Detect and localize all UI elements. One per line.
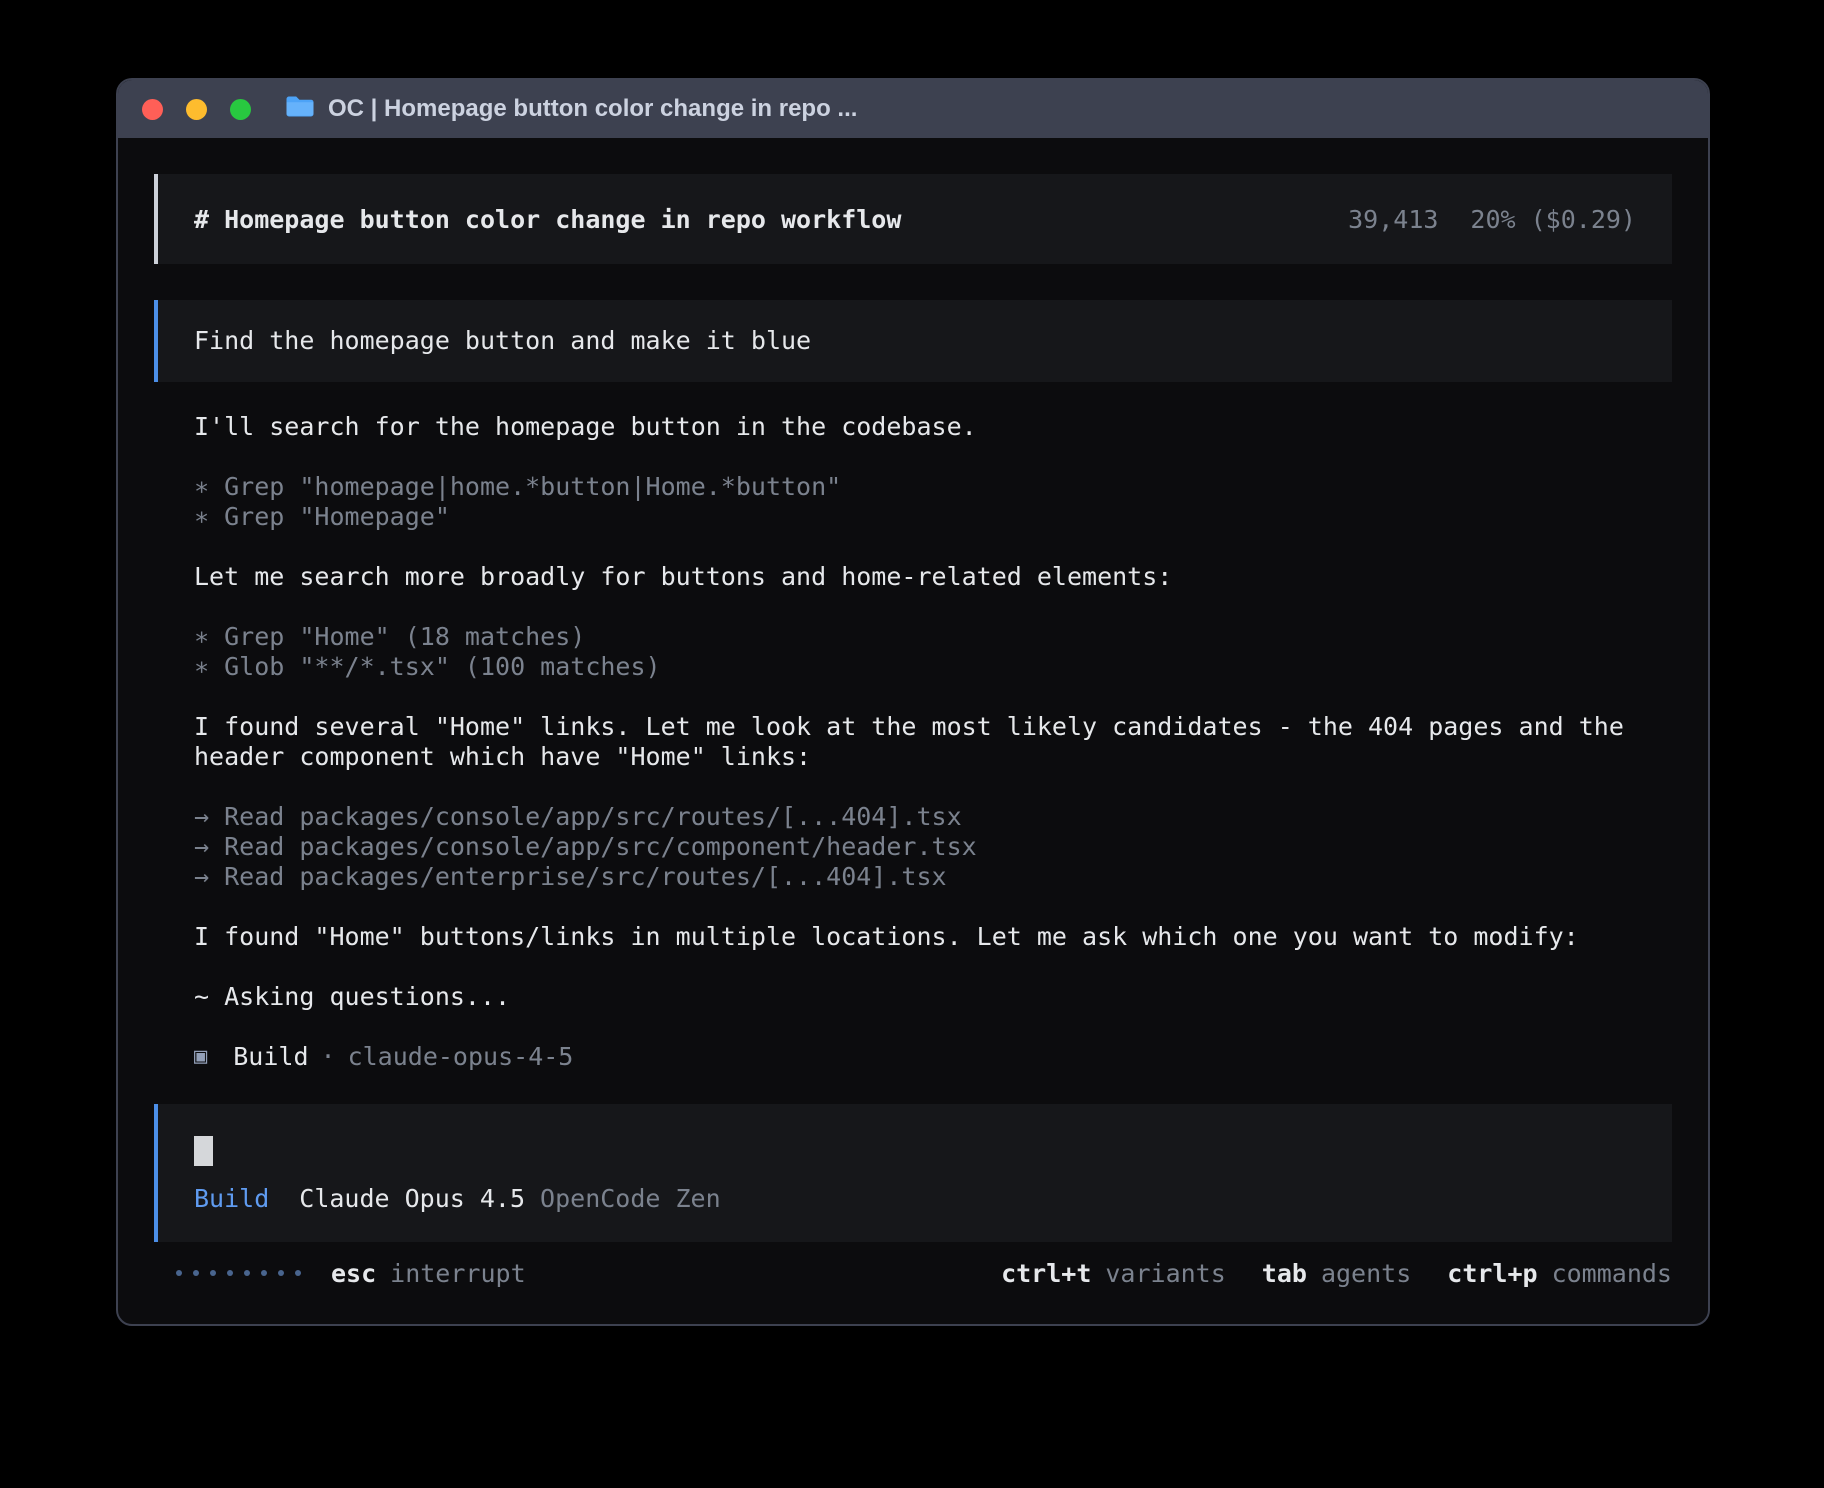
- assistant-paragraph: I found "Home" buttons/links in multiple…: [194, 922, 1672, 952]
- shortcut-key: tab: [1262, 1259, 1307, 1288]
- user-message: Find the homepage button and make it blu…: [154, 300, 1672, 382]
- shortcut-interrupt: esc interrupt: [331, 1259, 526, 1288]
- tool-call-line: → Read packages/console/app/src/componen…: [194, 832, 1672, 862]
- prompt-provider-label: OpenCode Zen: [540, 1184, 721, 1214]
- assistant-status-line: ~ Asking questions...: [194, 982, 1672, 1012]
- tool-call-line: ∗ Glob "**/*.tsx" (100 matches): [194, 652, 1672, 682]
- shortcut-key: esc: [331, 1259, 376, 1288]
- session-title: # Homepage button color change in repo w…: [194, 205, 901, 234]
- assistant-text-line: I'll search for the homepage button in t…: [194, 412, 1672, 442]
- prompt-agent-label: Build: [194, 1184, 269, 1214]
- text-cursor: [194, 1136, 213, 1166]
- folder-icon: [285, 94, 315, 125]
- tool-call-group: ∗ Grep "homepage|home.*button|Home.*butt…: [194, 472, 1672, 532]
- status-bar: esc interrupt ctrl+t variants tab agents…: [154, 1258, 1672, 1288]
- shortcut-label: agents: [1321, 1259, 1411, 1288]
- separator-dot: ·: [321, 1042, 336, 1072]
- session-header: # Homepage button color change in repo w…: [154, 174, 1672, 264]
- shortcut-key: ctrl+p: [1447, 1259, 1537, 1288]
- session-stats: 39,413 20% ($0.29): [1348, 205, 1636, 234]
- assistant-paragraph: I found several "Home" links. Let me loo…: [194, 712, 1672, 772]
- token-count: 39,413: [1348, 205, 1438, 234]
- assistant-text-line: I found "Home" buttons/links in multiple…: [194, 922, 1672, 952]
- agent-model: claude-opus-4-5: [348, 1042, 574, 1072]
- assistant-transcript: I'll search for the homepage button in t…: [194, 412, 1672, 1012]
- zoom-button[interactable]: [230, 99, 251, 120]
- close-button[interactable]: [142, 99, 163, 120]
- tool-call-line: ∗ Grep "Home" (18 matches): [194, 622, 1672, 652]
- prompt-input[interactable]: Build Claude Opus 4.5 OpenCode Zen: [154, 1104, 1672, 1242]
- shortcut-label: variants: [1105, 1259, 1225, 1288]
- agent-status-line: ▣ Build · claude-opus-4-5: [194, 1042, 1672, 1072]
- shortcut-variants: ctrl+t variants: [1001, 1259, 1226, 1288]
- window-title: OC | Homepage button color change in rep…: [285, 94, 857, 125]
- shortcut-key: ctrl+t: [1001, 1259, 1091, 1288]
- user-message-text: Find the homepage button and make it blu…: [194, 326, 811, 355]
- prompt-model-label: Claude Opus 4.5: [299, 1184, 525, 1214]
- assistant-paragraph: I'll search for the homepage button in t…: [194, 412, 1672, 442]
- prompt-meta: Build Claude Opus 4.5 OpenCode Zen: [194, 1184, 1636, 1214]
- tool-call-line: ∗ Grep "Homepage": [194, 502, 1672, 532]
- shortcut-label: interrupt: [390, 1259, 525, 1288]
- status-right: ctrl+t variants tab agents ctrl+p comman…: [1001, 1259, 1672, 1288]
- tool-call-line: → Read packages/enterprise/src/routes/[.…: [194, 862, 1672, 892]
- progress-dots-icon: [176, 1270, 301, 1276]
- assistant-text-line: Let me search more broadly for buttons a…: [194, 562, 1672, 592]
- tool-call-group: → Read packages/console/app/src/routes/[…: [194, 802, 1672, 892]
- window-titlebar[interactable]: OC | Homepage button color change in rep…: [118, 80, 1708, 138]
- terminal-window: OC | Homepage button color change in rep…: [116, 78, 1710, 1326]
- shortcut-agents: tab agents: [1262, 1259, 1411, 1288]
- traffic-lights: [142, 99, 251, 120]
- status-left: esc interrupt: [154, 1259, 526, 1288]
- tool-call-line: ∗ Grep "homepage|home.*button|Home.*butt…: [194, 472, 1672, 502]
- shortcut-label: commands: [1552, 1259, 1672, 1288]
- tool-call-line: → Read packages/console/app/src/routes/[…: [194, 802, 1672, 832]
- minimize-button[interactable]: [186, 99, 207, 120]
- agent-square-icon: ▣: [194, 1042, 207, 1072]
- terminal-content: # Homepage button color change in repo w…: [118, 174, 1708, 1326]
- asking-questions-status: ~ Asking questions...: [194, 982, 1672, 1012]
- window-title-text: OC | Homepage button color change in rep…: [328, 95, 857, 123]
- agent-name: Build: [233, 1042, 308, 1072]
- context-usage: 20% ($0.29): [1470, 205, 1636, 234]
- shortcut-commands: ctrl+p commands: [1447, 1259, 1672, 1288]
- assistant-text-line: I found several "Home" links. Let me loo…: [194, 712, 1672, 772]
- tool-call-group: ∗ Grep "Home" (18 matches) ∗ Glob "**/*.…: [194, 622, 1672, 682]
- assistant-paragraph: Let me search more broadly for buttons a…: [194, 562, 1672, 592]
